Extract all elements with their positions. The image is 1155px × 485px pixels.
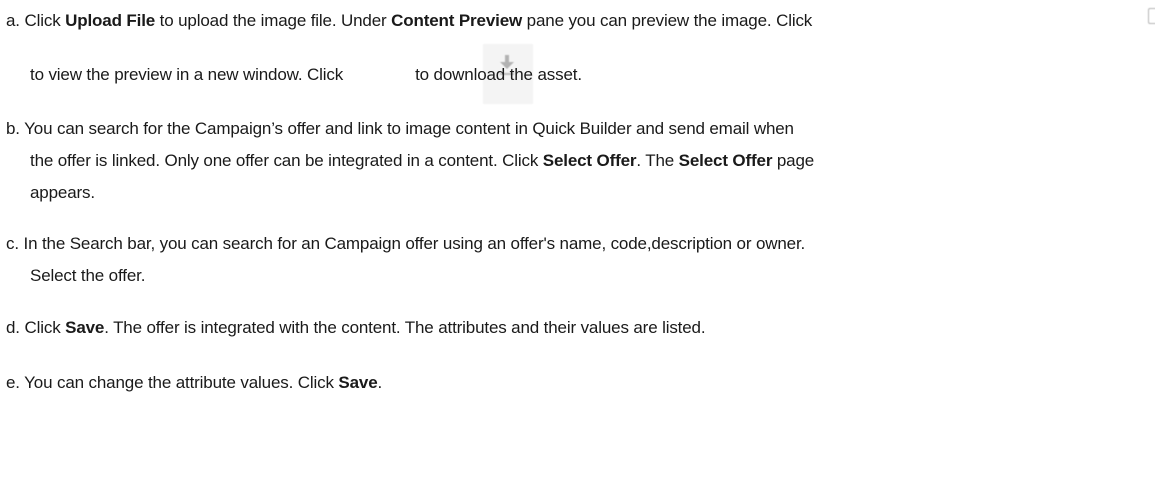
step-e-text: You can change the attribute values. Cli… — [24, 373, 339, 392]
step-b-text: appears. — [30, 183, 95, 202]
step-a-text: to view the preview in a new window. Cli… — [30, 65, 344, 84]
content-preview-label: Content Preview — [391, 11, 523, 30]
step-c-line-1: c. In the Search bar, you can search for… — [6, 229, 1155, 258]
save-label: Save — [65, 318, 105, 337]
step-a-text: pane you can preview the image. Click — [522, 11, 813, 30]
step-c-text: In the Search bar, you can search for an… — [23, 234, 806, 253]
step-b-marker: b. — [6, 119, 20, 138]
select-offer-label: Select Offer — [542, 151, 637, 170]
step-d-marker: d. — [6, 318, 20, 337]
step-a-text: to upload the image file. Under — [155, 11, 392, 30]
step-c-text: Select the offer. — [30, 266, 146, 285]
step-c: c. In the Search bar, you can search for… — [6, 229, 1155, 290]
step-e-marker: e. — [6, 373, 20, 392]
step-e-line-1: e. You can change the attribute values. … — [6, 368, 1155, 397]
step-d-line-1: d. Click Save. The offer is integrated w… — [6, 313, 1155, 342]
step-a-marker: a. — [6, 11, 20, 30]
step-b-line-3: appears. — [6, 178, 1155, 207]
step-a-line-1: a. Click Upload File to upload the image… — [6, 6, 1155, 35]
step-b-text: the offer is linked. Only one offer can … — [30, 151, 543, 170]
step-a-text: to download the asset. — [415, 65, 582, 84]
step-a: a. Click Upload File to upload the image… — [6, 6, 1155, 35]
step-d-text: Click — [24, 318, 66, 337]
step-e-text: . — [377, 373, 383, 392]
step-b-text: You can search for the Campaign’s offer … — [24, 119, 794, 138]
step-e: e. You can change the attribute values. … — [6, 368, 1155, 397]
step-b-line-2: the offer is linked. Only one offer can … — [6, 146, 1155, 175]
step-c-line-2: Select the offer. — [6, 261, 1155, 290]
step-a-line-2: to view the preview in a new window. Cli… — [6, 60, 1155, 89]
step-b-text: page — [772, 151, 815, 170]
step-a-continued: to view the preview in a new window. Cli… — [6, 60, 1155, 89]
step-b-line-1: b. You can search for the Campaign’s off… — [6, 114, 1155, 143]
step-a-text: Click — [24, 11, 66, 30]
upload-file-label: Upload File — [65, 11, 156, 30]
step-b-text: . The — [636, 151, 679, 170]
select-offer-page-label: Select Offer — [678, 151, 773, 170]
step-b: b. You can search for the Campaign’s off… — [6, 114, 1155, 207]
step-c-marker: c. — [6, 234, 19, 253]
step-d-text: . The offer is integrated with the conte… — [104, 318, 706, 337]
step-d: d. Click Save. The offer is integrated w… — [6, 313, 1155, 342]
save-label: Save — [338, 373, 378, 392]
instruction-steps: a. Click Upload File to upload the image… — [0, 0, 1155, 485]
